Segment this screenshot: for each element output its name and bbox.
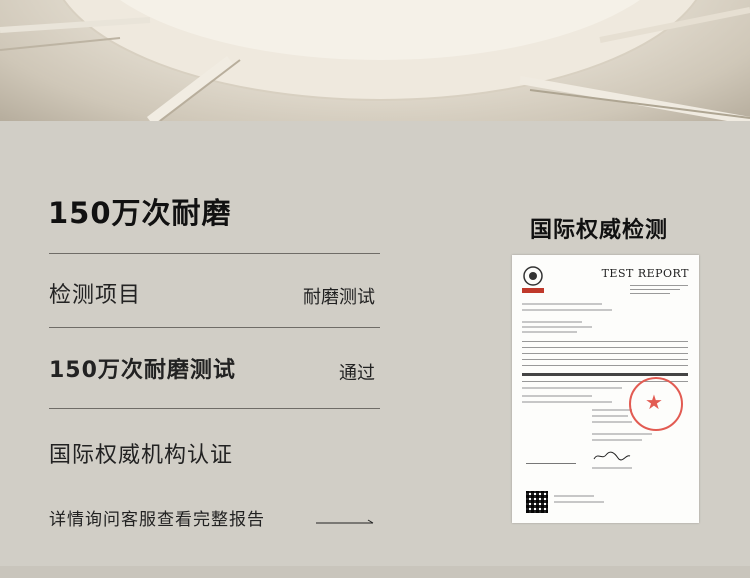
page-title: 150万次耐磨 — [48, 196, 232, 230]
row-label-certification: 国际权威机构认证 — [49, 443, 234, 468]
row-value-test-item: 耐磨测试 — [303, 287, 375, 308]
test-report-title: TEST REPORT — [601, 267, 689, 280]
official-stamp-icon — [629, 377, 683, 431]
certification-logo-icon — [522, 266, 544, 293]
divider — [49, 408, 380, 409]
arrow-right-icon[interactable] — [316, 519, 374, 525]
qr-code-icon — [526, 491, 548, 513]
test-report-document: TEST REPORT — [512, 255, 699, 523]
signature-icon — [593, 451, 631, 461]
bottom-strip — [0, 566, 750, 578]
divider — [49, 327, 380, 328]
hero-product-photo — [0, 0, 750, 121]
row-label-wear-test: 150万次耐磨测试 — [49, 358, 236, 383]
row-label-test-item: 检测项目 — [49, 283, 142, 308]
row-value-result: 通过 — [339, 363, 375, 384]
divider — [49, 253, 380, 254]
consult-link[interactable]: 详情询问客服查看完整报告 — [49, 505, 265, 530]
report-heading: 国际权威检测 — [530, 218, 669, 243]
